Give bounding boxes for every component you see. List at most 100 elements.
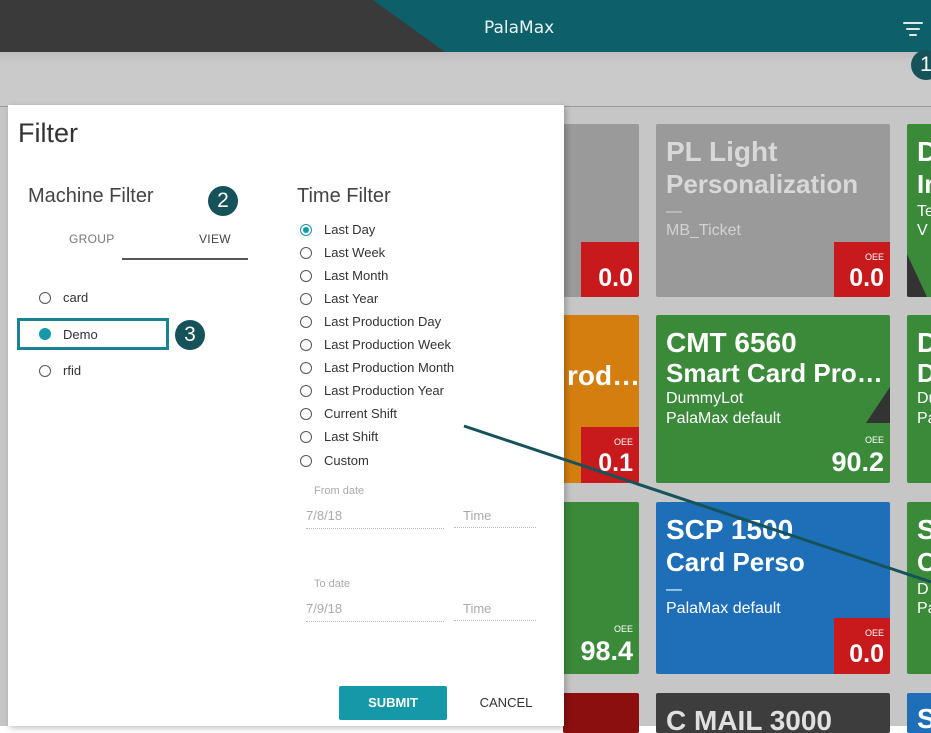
tile-lot: Te	[917, 203, 931, 220]
time-option-label: Last Week	[324, 245, 386, 260]
tile-title: Card Perso	[666, 547, 805, 577]
oee-badge: OEE 0.1	[581, 427, 639, 483]
radio-unchecked-icon	[300, 455, 312, 467]
oee-badge: OEE 0.0	[834, 618, 890, 674]
tile-config: Pa	[917, 600, 931, 617]
tab-group[interactable]: GROUP	[69, 232, 115, 246]
radio-unchecked-icon	[300, 316, 312, 328]
machine-tile[interactable]: SCP 1500 Card Perso — PalaMax default OE…	[656, 502, 890, 674]
app-header: PalaMax	[0, 0, 931, 52]
time-option-last-production-day[interactable]: Last Production Day	[300, 312, 520, 332]
time-option-label: Last Production Year	[324, 383, 444, 398]
time-option-current-shift[interactable]: Current Shift	[300, 404, 520, 424]
tile-lot: —	[666, 581, 682, 598]
machine-tile[interactable]: 0.0	[563, 124, 639, 297]
radio-checked-icon	[300, 224, 312, 236]
cancel-button[interactable]: CANCEL	[466, 686, 546, 720]
radio-unchecked-icon	[300, 247, 312, 259]
machine-tile[interactable]: PL Light Personalization — MB_Ticket OEE…	[656, 124, 890, 297]
time-option-last-year[interactable]: Last Year	[300, 289, 520, 309]
machine-tile[interactable]: rod… OEE 0.1	[563, 315, 639, 483]
tile-config: V	[917, 222, 928, 239]
machine-option-label: rfid	[63, 363, 82, 378]
tile-title: C	[917, 547, 931, 577]
time-option-label: Last Year	[324, 291, 379, 306]
from-date-input[interactable]: 7/8/18	[306, 506, 444, 529]
machine-tile[interactable]	[563, 693, 639, 733]
tab-view[interactable]: VIEW	[199, 232, 231, 246]
tile-lot: D	[917, 581, 929, 598]
time-option-last-production-year[interactable]: Last Production Year	[300, 381, 520, 401]
machine-tile[interactable]: S C D Pa	[907, 502, 931, 674]
time-option-custom[interactable]: Custom	[300, 451, 520, 471]
machine-tile[interactable]: D D Du Pa	[907, 315, 931, 483]
machine-tile[interactable]: OEE 98.4	[563, 502, 639, 674]
radio-unchecked-icon	[300, 431, 312, 443]
oee-label: OEE	[613, 437, 633, 447]
radio-unchecked-icon	[300, 408, 312, 420]
oee-label: OEE	[864, 628, 884, 638]
time-option-label: Last Shift	[324, 429, 379, 444]
filter-panel: Filter Machine Filter GROUP VIEW card De…	[8, 105, 564, 726]
tile-title: Smart Card Pro…	[666, 358, 883, 388]
oee-value: 0.1	[598, 449, 633, 477]
time-option-last-week[interactable]: Last Week	[300, 243, 520, 263]
time-option-last-shift[interactable]: Last Shift	[300, 427, 520, 447]
time-option-last-month[interactable]: Last Month	[300, 266, 520, 286]
machine-option-card[interactable]: card	[39, 288, 159, 308]
from-time-input[interactable]: Time	[454, 506, 536, 528]
toolbar-band	[0, 52, 931, 107]
time-filter-title: Time Filter	[297, 185, 391, 207]
oee-value: 90.2	[831, 447, 884, 477]
tile-title: CMT 6560	[666, 327, 797, 358]
tile-title: D	[917, 358, 931, 388]
tile-lot: DummyLot	[666, 390, 744, 407]
radio-unchecked-icon	[39, 365, 51, 377]
machine-tile[interactable]: D Ir Te V	[907, 124, 931, 297]
tile-title: S	[917, 514, 931, 545]
tile-title: S	[917, 703, 931, 733]
oee-value: 98.4	[580, 636, 633, 666]
tile-lot: —	[666, 203, 682, 220]
machine-tile[interactable]: CMT 6560 Smart Card Pro… DummyLot PalaMa…	[656, 315, 890, 483]
tile-corner	[866, 387, 890, 423]
radio-unchecked-icon	[300, 385, 312, 397]
time-option-last-production-week[interactable]: Last Production Week	[300, 335, 520, 355]
to-time-input[interactable]: Time	[454, 599, 536, 621]
oee-label: OEE	[864, 435, 884, 445]
time-option-last-day[interactable]: Last Day	[300, 220, 520, 240]
oee-label: OEE	[613, 624, 633, 634]
oee-badge: 0.0	[581, 242, 639, 297]
callout-badge: 2	[208, 186, 238, 216]
submit-button[interactable]: SUBMIT	[339, 686, 447, 720]
filter-menu-icon[interactable]	[903, 22, 925, 38]
selection-highlight	[17, 318, 169, 350]
tile-config: PalaMax default	[666, 410, 781, 427]
time-option-label: Last Production Day	[324, 314, 442, 329]
radio-unchecked-icon	[300, 362, 312, 374]
radio-unchecked-icon	[300, 270, 312, 282]
machine-option-rfid[interactable]: rfid	[39, 361, 159, 381]
tile-title: D	[917, 327, 931, 358]
machine-filter-tabs: GROUP VIEW	[28, 218, 277, 261]
tile-title: C MAIL 3000	[666, 705, 832, 733]
oee-label: OEE	[864, 252, 884, 262]
machine-filter-title: Machine Filter	[28, 185, 154, 207]
tab-indicator	[122, 258, 248, 260]
machine-tile[interactable]: C MAIL 3000	[656, 693, 890, 733]
app-title: PalaMax	[484, 18, 555, 38]
to-date-label: To date	[314, 578, 351, 590]
machine-option-label: card	[63, 290, 89, 305]
time-option-label: Last Production Week	[324, 337, 451, 352]
tile-title: PL Light	[666, 136, 778, 167]
tile-corner	[907, 254, 927, 297]
panel-title: Filter	[18, 118, 78, 148]
time-option-label: Last Production Month	[324, 360, 455, 375]
tile-config: Pa	[917, 410, 931, 427]
time-option-label: Last Day	[324, 222, 376, 237]
time-option-last-production-month[interactable]: Last Production Month	[300, 358, 520, 378]
time-option-label: Last Month	[324, 268, 389, 283]
callout-badge: 3	[175, 320, 205, 350]
to-date-input[interactable]: 7/9/18	[306, 599, 444, 622]
machine-tile[interactable]: S	[907, 693, 931, 733]
